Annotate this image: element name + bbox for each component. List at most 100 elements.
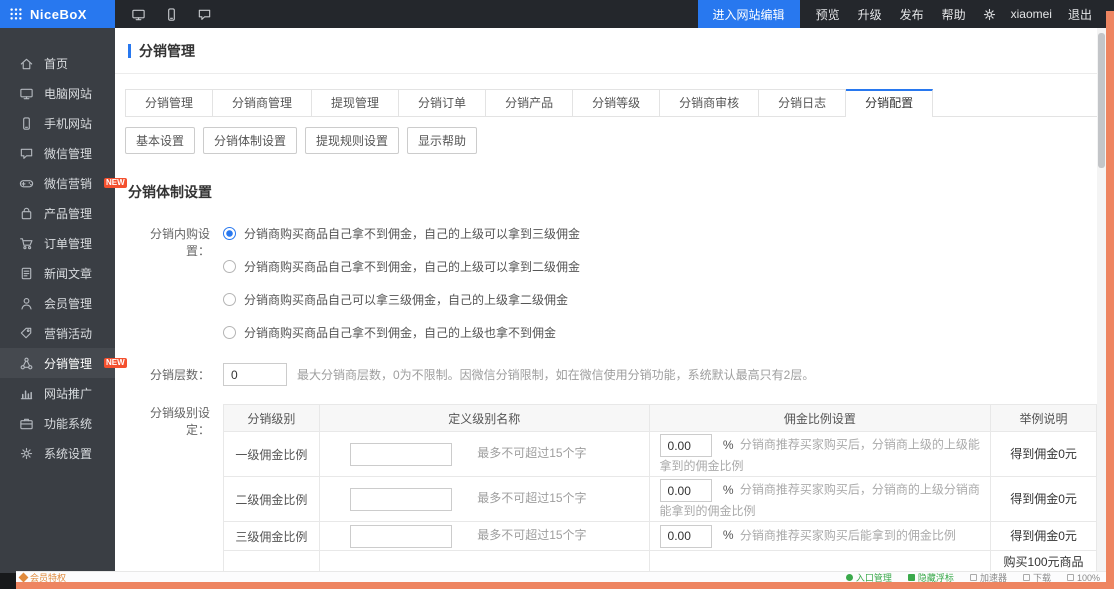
sidebar-item[interactable]: 系统设置 (0, 438, 115, 468)
sidebar-item[interactable]: 微信营销 NEW (0, 168, 115, 198)
tab[interactable]: 分销产品 (486, 89, 573, 117)
example-cell: 得到佣金0元 (991, 522, 1097, 551)
purchase-mode-radio-option[interactable]: 分销商购买商品自己拿不到佣金，自己的上级可以拿到三级佣金 (223, 225, 580, 242)
purchase-mode-radio-option[interactable]: 分销商购买商品自己可以拿三级佣金，自己的上级拿二级佣金 (223, 291, 580, 308)
radio-icon[interactable] (223, 293, 236, 306)
sidebar-item-icon (19, 446, 34, 461)
level-title-input[interactable] (350, 488, 452, 511)
purchase-mode-options: 分销商购买商品自己拿不到佣金，自己的上级可以拿到三级佣金 分销商购买商品自己拿不… (223, 225, 580, 357)
sidebar-item-label: 网站推广 (44, 385, 92, 402)
apps-grid-icon[interactable] (9, 7, 23, 21)
username[interactable]: xiaomei (1011, 7, 1052, 21)
sidebar-item[interactable]: 微信管理 (0, 138, 115, 168)
sidebar-item[interactable]: 首页 (0, 48, 115, 78)
level-setting-label: 分销级别设定： (128, 404, 223, 589)
topbar-link[interactable]: 升级 (858, 6, 882, 23)
browser-status-bar: 会员特权 入口管理 隐藏浮标 加速器 下载 100% (16, 571, 1106, 582)
topbar-link[interactable]: 预览 (816, 6, 840, 23)
page-title-bar: 分销管理 (115, 28, 1097, 74)
sidebar-item[interactable]: 营销活动 (0, 318, 115, 348)
level-title-input[interactable] (350, 443, 452, 466)
sidebar-item-label: 分销管理 (44, 355, 92, 372)
subtab-button[interactable]: 显示帮助 (407, 127, 477, 154)
subtab-button[interactable]: 提现规则设置 (305, 127, 399, 154)
tab[interactable]: 分销商管理 (213, 89, 312, 117)
tab[interactable]: 分销日志 (759, 89, 846, 117)
tab[interactable]: 分销订单 (399, 89, 486, 117)
scrollbar-thumb[interactable] (1098, 33, 1105, 168)
tab[interactable]: 分销管理 (125, 89, 213, 117)
sidebar-item[interactable]: 新闻文章 (0, 258, 115, 288)
table-row: 二级佣金比例 最多不可超过15个字 % 分销商推荐买家购买后，分销商的上级分销商… (224, 477, 1097, 522)
sidebar-item[interactable]: 会员管理 (0, 288, 115, 318)
table-header-row: 分销级别 定义级别名称 佣金比例设置 举例说明 (224, 405, 1097, 432)
radio-option-label: 分销商购买商品自己可以拿三级佣金，自己的上级拿二级佣金 (244, 291, 568, 308)
statusbar-item[interactable]: 100% (1067, 573, 1100, 583)
commission-rate-input[interactable] (660, 479, 712, 502)
sidebar-item-icon (19, 146, 34, 161)
subtab-bar: 基本设置 分销体制设置 提现规则设置 显示帮助 (125, 127, 1097, 154)
statusbar-right-items: 入口管理 隐藏浮标 加速器 下载 100% (846, 573, 1100, 582)
desktop-site-icon[interactable] (131, 7, 146, 22)
purchase-mode-radio-option[interactable]: 分销商购买商品自己拿不到佣金，自己的上级可以拿到二级佣金 (223, 258, 580, 275)
rate-description: 分销商推荐买家购买后能拿到的佣金比例 (740, 528, 956, 542)
topbar-link[interactable]: 发布 (900, 6, 924, 23)
topbar-link[interactable]: 帮助 (942, 6, 966, 23)
example-cell: 得到佣金0元 (991, 477, 1097, 522)
level-title-cell: 最多不可超过15个字 (319, 432, 649, 477)
sidebar-item[interactable]: 手机网站 (0, 108, 115, 138)
sidebar-item-icon (19, 386, 34, 401)
level-name-cell: 一级佣金比例 (224, 432, 320, 477)
tab[interactable]: 分销商审核 (660, 89, 759, 117)
sidebar-item[interactable]: 订单管理 (0, 228, 115, 258)
member-privilege-label: 会员特权 (30, 571, 66, 582)
member-privilege-item[interactable]: 会员特权 (20, 573, 66, 582)
sidebar-item-icon (19, 266, 34, 281)
level-title-hint: 最多不可超过15个字 (477, 491, 586, 505)
statusbar-item[interactable]: 隐藏浮标 (908, 571, 954, 582)
sidebar-item[interactable]: 产品管理 (0, 198, 115, 228)
radio-option-label: 分销商购买商品自己拿不到佣金，自己的上级可以拿到二级佣金 (244, 258, 580, 275)
statusbar-item[interactable]: 加速器 (970, 571, 1007, 582)
commission-rate-input[interactable] (660, 525, 712, 548)
sidebar-item-label: 订单管理 (44, 235, 92, 252)
enter-site-editor-button[interactable]: 进入网站编辑 (698, 0, 800, 28)
radio-icon[interactable] (223, 260, 236, 273)
distribution-levels-input[interactable] (223, 363, 287, 386)
sidebar-item[interactable]: 功能系统 (0, 408, 115, 438)
wechat-icon[interactable] (197, 7, 212, 22)
radio-icon[interactable] (223, 227, 236, 240)
logout-link[interactable]: 退出 (1068, 6, 1092, 23)
purchase-mode-radio-option[interactable]: 分销商购买商品自己拿不到佣金，自己的上级也拿不到佣金 (223, 324, 580, 341)
tab[interactable]: 分销等级 (573, 89, 660, 117)
percent-sign: % (723, 528, 734, 542)
subtab-button[interactable]: 基本设置 (125, 127, 195, 154)
statusbar-item-label: 入口管理 (856, 571, 892, 582)
level-setting-row: 分销级别设定： 分销级别 定义级别名称 佣金比例设置 举例说明 一级佣金比例 最… (128, 404, 1097, 589)
radio-option-label: 分销商购买商品自己拿不到佣金，自己的上级也拿不到佣金 (244, 324, 556, 341)
level-title-input[interactable] (350, 525, 452, 548)
capture-frame-bottom (10, 582, 1114, 589)
tab[interactable]: 分销配置 (846, 89, 933, 117)
radio-icon[interactable] (223, 326, 236, 339)
statusbar-item[interactable]: 入口管理 (846, 571, 892, 582)
statusbar-item[interactable]: 下载 (1023, 571, 1051, 582)
example-cell: 得到佣金0元 (991, 432, 1097, 477)
settings-gear-icon[interactable] (982, 7, 997, 22)
sidebar-item[interactable]: 分销管理 NEW (0, 348, 115, 378)
logo-area[interactable]: NiceBoX (0, 0, 115, 28)
sidebar-item-label: 手机网站 (44, 115, 92, 132)
topbar-links: 预览 升级 发布 帮助 (816, 6, 966, 23)
statusbar-item-label: 下载 (1033, 571, 1051, 582)
sidebar-item-label: 系统设置 (44, 445, 92, 462)
sidebar-item[interactable]: 电脑网站 (0, 78, 115, 108)
sidebar-item-label: 功能系统 (44, 415, 92, 432)
commission-rate-input[interactable] (660, 434, 712, 457)
vertical-scrollbar[interactable] (1097, 28, 1106, 573)
tab[interactable]: 提现管理 (312, 89, 399, 117)
sidebar-item[interactable]: 网站推广 (0, 378, 115, 408)
mobile-site-icon[interactable] (164, 7, 179, 22)
commission-rate-cell: % 分销商推荐买家购买后，分销商上级的上级能拿到的佣金比例 (649, 432, 991, 477)
subtab-button[interactable]: 分销体制设置 (203, 127, 297, 154)
main-content: 分销管理 分销管理 分销商管理 提现管理 分销订单 分销产品 分销等级 分销商审… (115, 28, 1097, 589)
